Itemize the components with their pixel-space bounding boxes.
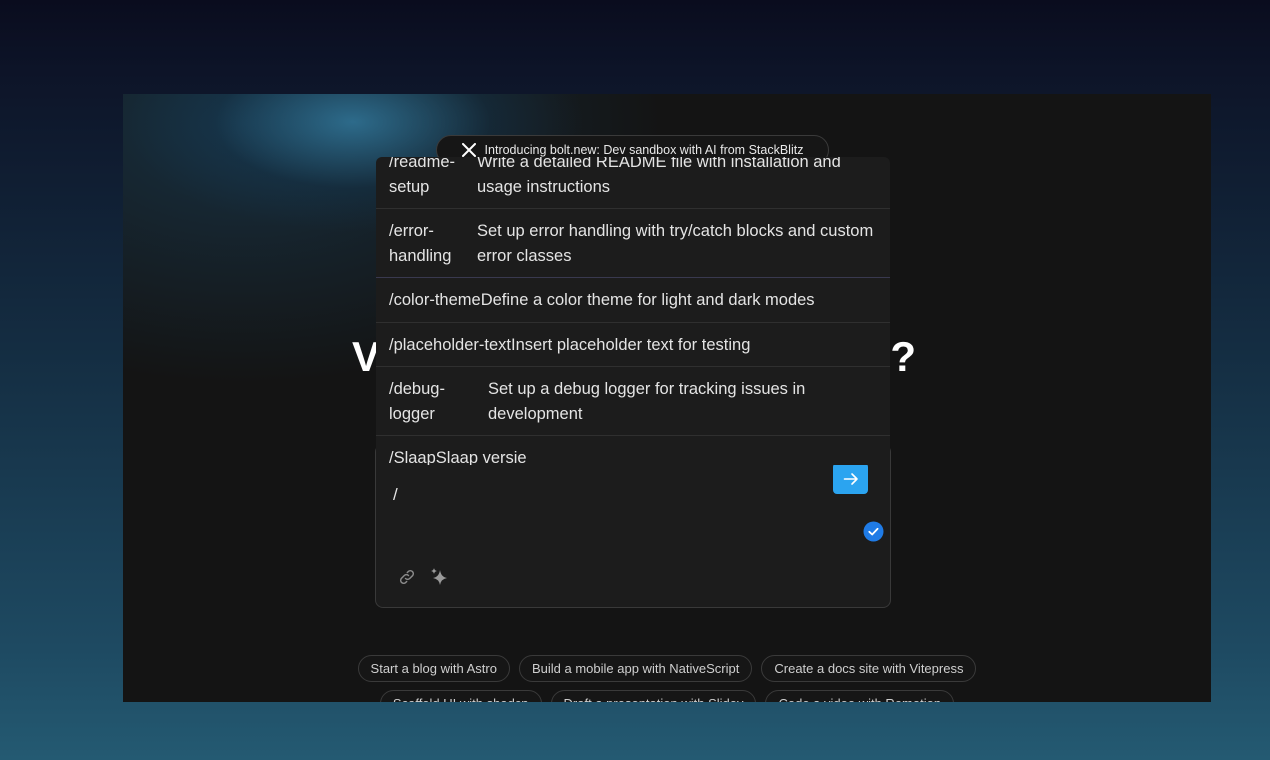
send-button[interactable] (833, 463, 868, 494)
suggestion-chip[interactable]: Start a blog with Astro (357, 655, 510, 682)
suggestion-row: Scaffold UI with shadcn Draft a presenta… (123, 690, 1211, 702)
suggestion-chip[interactable]: Scaffold UI with shadcn (379, 690, 542, 702)
command-name: /debug-logger (389, 380, 445, 423)
announcement-text: Introducing bolt.new: Dev sandbox with A… (484, 143, 804, 157)
menu-item-readme-setup[interactable]: /readme-setup Write a detailed README fi… (376, 157, 890, 209)
suggestion-row: Start a blog with Astro Build a mobile a… (123, 655, 1211, 682)
command-description: Slaap versie (435, 449, 527, 465)
headline-end: ? (890, 333, 916, 380)
menu-item-color-theme[interactable]: /color-theme Define a color theme for li… (376, 278, 890, 323)
command-name: /placeholder-text (389, 335, 511, 354)
slash-command-menu: /readme-setup Write a detailed README fi… (376, 157, 890, 465)
check-circle-icon[interactable] (863, 521, 884, 542)
command-name: /color-theme (389, 291, 481, 309)
command-name: /error-handling (389, 222, 452, 265)
arrow-right-icon (843, 472, 858, 485)
command-name: /readme-setup (389, 157, 456, 196)
prompt-input[interactable]: / (393, 485, 398, 505)
menu-item-slaap[interactable]: /Slaap Slaap versie (376, 436, 890, 465)
command-description: Write a detailed README file with instal… (477, 157, 841, 196)
command-description: Set up a debug logger for tracking issue… (488, 380, 806, 423)
link-icon[interactable] (397, 567, 417, 587)
menu-item-placeholder-text[interactable]: /placeholder-text Insert placeholder tex… (376, 323, 890, 367)
sparkle-icon[interactable] (429, 566, 450, 587)
command-description: Define a color theme for light and dark … (480, 291, 815, 309)
menu-item-debug-logger[interactable]: /debug-logger Set up a debug logger for … (376, 367, 890, 436)
command-name: /Slaap (389, 449, 436, 465)
command-description: Set up error handling with try/catch blo… (477, 222, 874, 265)
menu-item-error-handling[interactable]: /error-handling Set up error handling wi… (376, 209, 890, 278)
suggestion-chip[interactable]: Create a docs site with Vitepress (761, 655, 977, 682)
x-logo-icon (461, 143, 476, 157)
suggestion-chip[interactable]: Code a video with Remotion (765, 690, 955, 702)
app-window: Introducing bolt.new: Dev sandbox with A… (123, 94, 1211, 702)
suggestion-chip[interactable]: Draft a presentation with Slidev (550, 690, 757, 702)
command-description: Insert placeholder text for testing (511, 335, 751, 354)
suggestion-chip[interactable]: Build a mobile app with NativeScript (518, 655, 753, 682)
prompt-input-box[interactable]: / (375, 444, 891, 608)
